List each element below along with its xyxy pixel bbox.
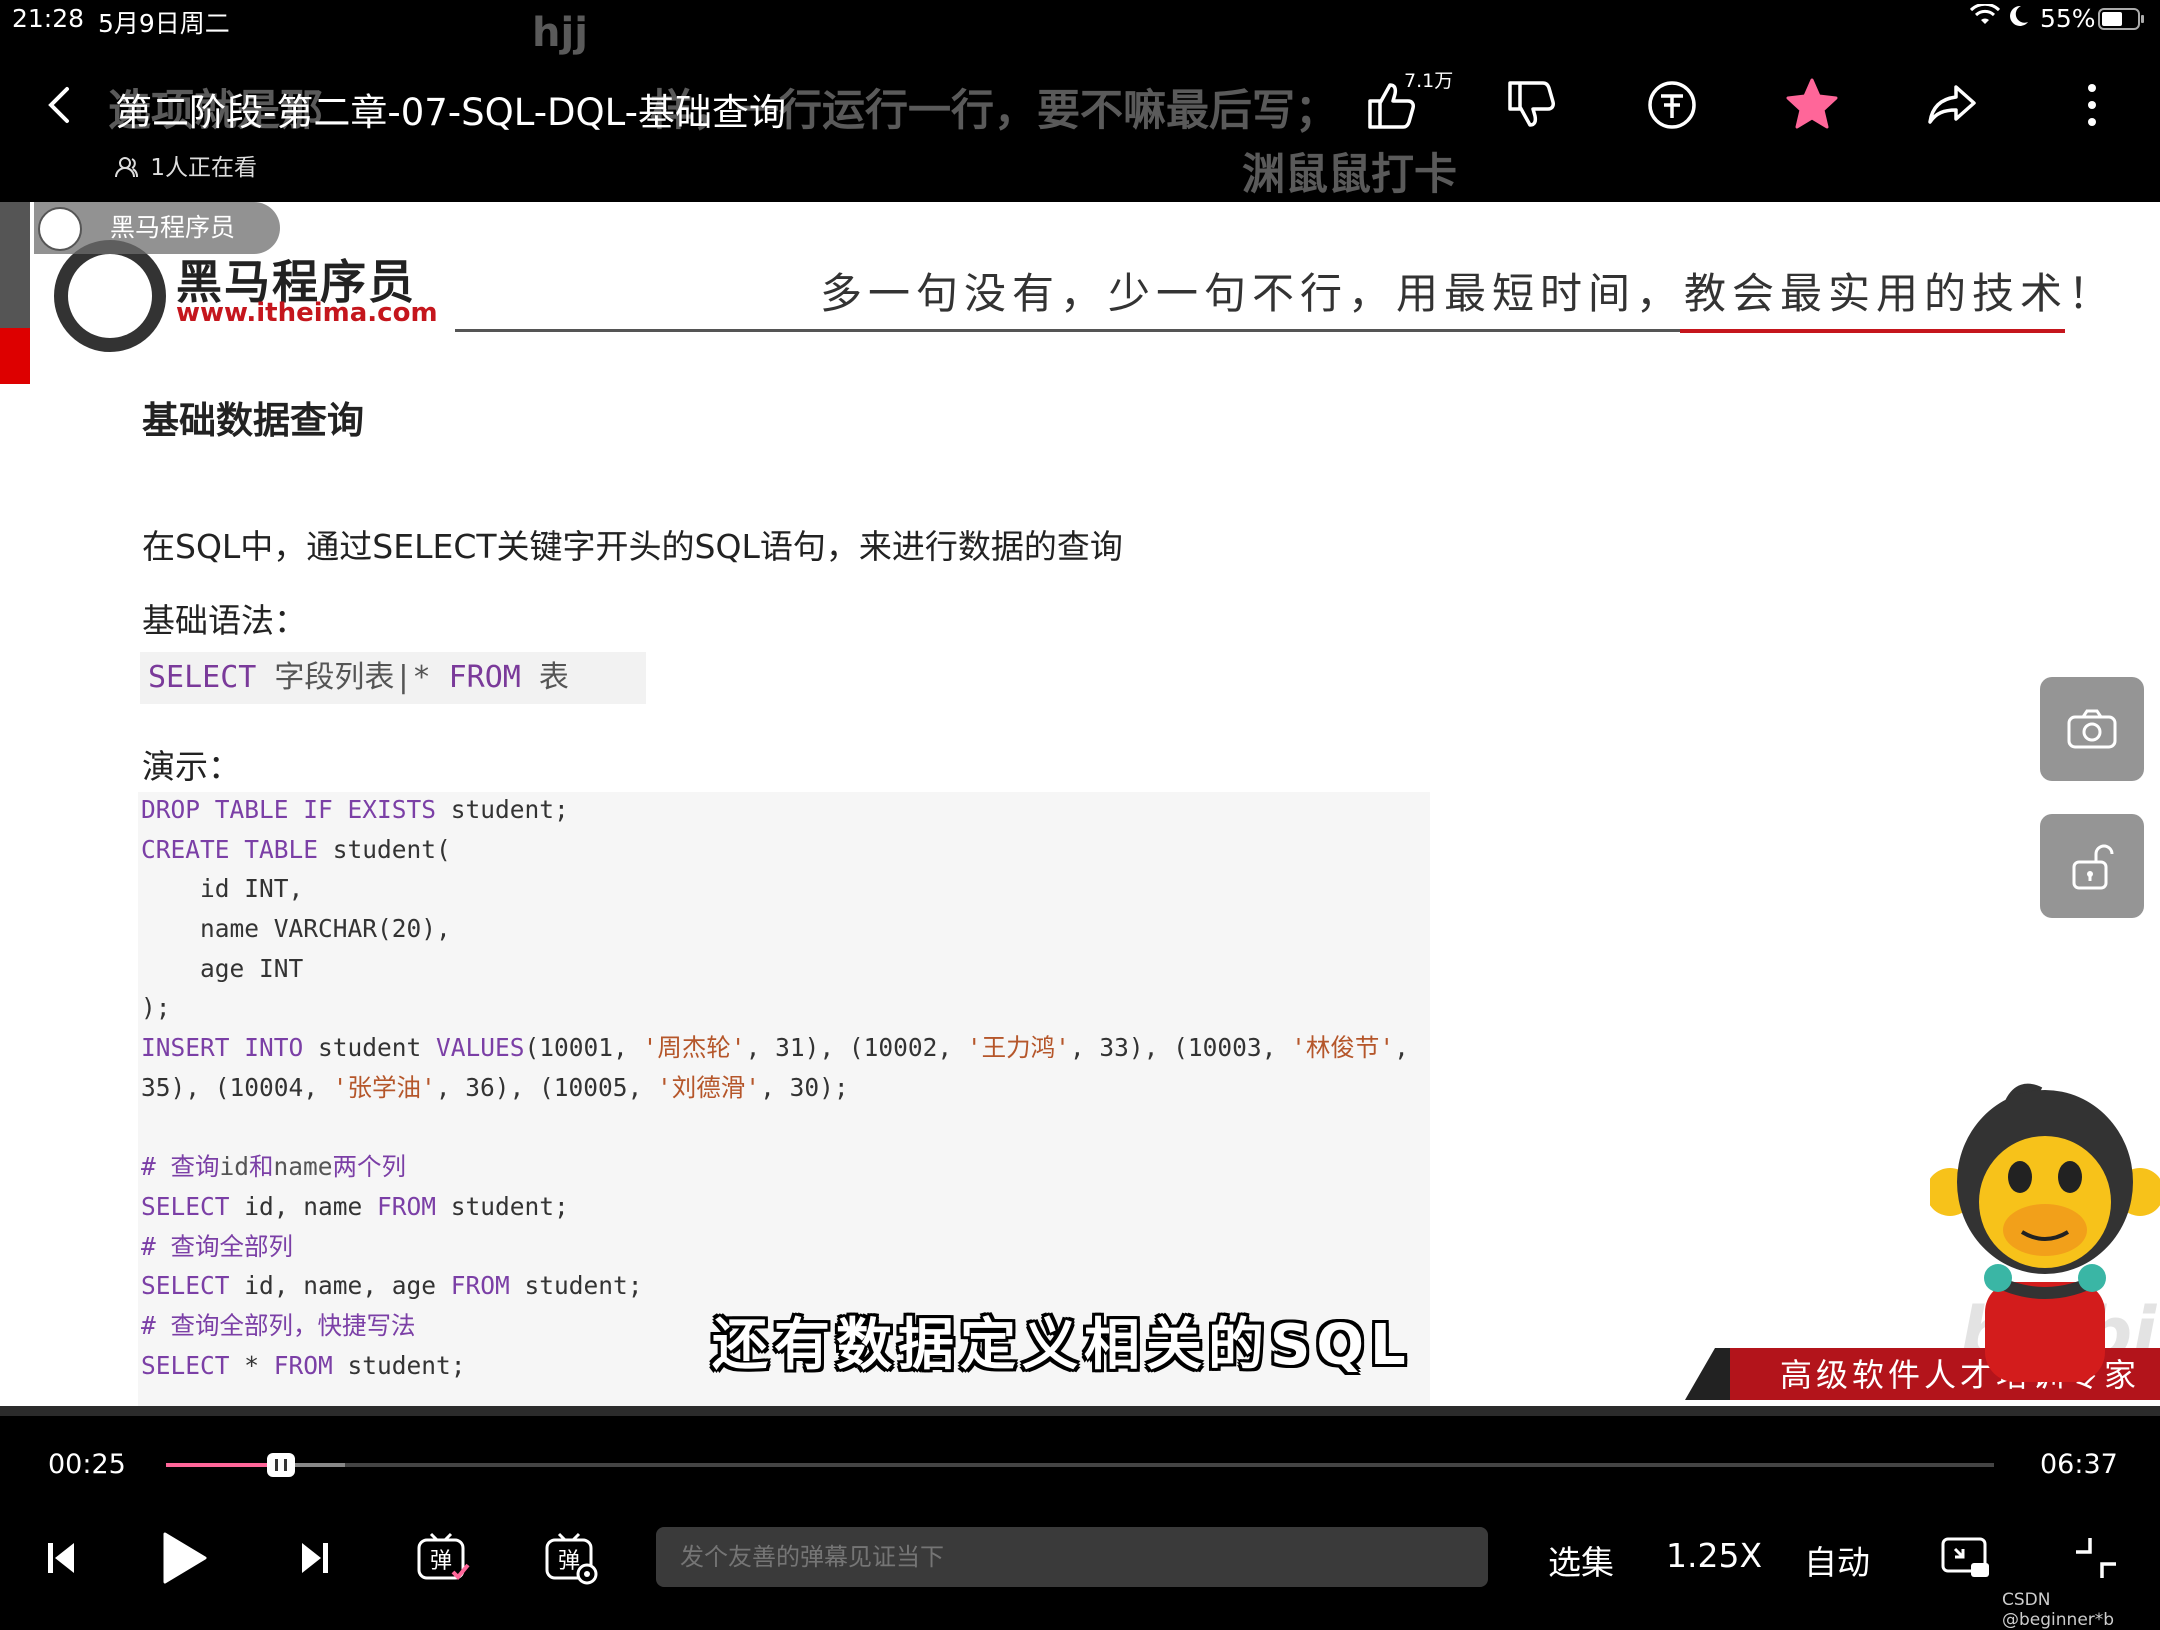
danmaku-comment: 渊鼠鼠打卡 xyxy=(1242,150,1457,200)
video-top-bar: hjj 选项就是那 样，一行运行一行，要不嘛最后写； 渊鼠鼠打卡 第二阶段-第二… xyxy=(0,10,2160,202)
code-line: INSERT INTO student VALUES(10001, '周杰轮',… xyxy=(141,1033,1409,1063)
danmaku-settings-icon: 弹 xyxy=(545,1532,598,1585)
unlock-icon xyxy=(2072,844,2114,890)
status-time: 21:28 xyxy=(12,4,85,33)
play-button[interactable] xyxy=(152,1524,216,1592)
danmaku-settings-button[interactable]: 弹 xyxy=(540,1524,602,1592)
screen-lock-button[interactable] xyxy=(2040,814,2144,918)
tv-thumb-icon xyxy=(275,1459,288,1471)
coin-button[interactable] xyxy=(1632,65,1712,145)
code-line: 35), (10004, '张学油', 36), (10005, '刘德滑', … xyxy=(141,1072,849,1102)
chevron-left-icon xyxy=(48,87,69,123)
more-vertical-icon xyxy=(2088,84,2096,126)
danmaku-comment: hjj xyxy=(532,10,588,56)
video-frame[interactable]: 黑马程序员 www.itheima.com 黑马程序员 多一句没有，少一句不行，… xyxy=(0,202,2160,1406)
code-line: DROP TABLE IF EXISTS student; xyxy=(141,795,569,824)
status-bar: 21:28 5月9日周二 55% xyxy=(0,0,2160,40)
progress-thumb[interactable] xyxy=(267,1453,296,1477)
syntax-label: 基础语法： xyxy=(142,601,307,640)
logo-url: www.itheima.com xyxy=(176,298,438,328)
thumbs-down-icon xyxy=(1508,81,1555,127)
viewer-count: 1人正在看 xyxy=(115,148,257,182)
watermark-logo-icon xyxy=(38,207,82,251)
code-line: CREATE TABLE student( xyxy=(141,834,451,864)
syntax-keyword: SELECT xyxy=(148,660,257,695)
danmaku-on-icon: 弹 xyxy=(417,1532,470,1580)
player-divider xyxy=(0,1406,2160,1416)
code-line: name VARCHAR(20), xyxy=(141,914,451,944)
picture-in-picture-button[interactable] xyxy=(1936,1524,1996,1592)
battery-percent: 55% xyxy=(2040,4,2096,33)
camera-icon xyxy=(2067,709,2117,749)
itheima-logo-icon xyxy=(54,240,166,352)
previous-button[interactable] xyxy=(36,1524,86,1592)
wifi-icon xyxy=(1969,2,2001,34)
code-block: DROP TABLE IF EXISTS student; CREATE TAB… xyxy=(141,790,1409,1385)
progress-track[interactable] xyxy=(166,1463,1994,1467)
syntax-text: 字段列表|* xyxy=(256,660,449,695)
current-time: 00:25 xyxy=(48,1449,126,1480)
video-subtitle: 还有数据定义相关的SQL xyxy=(712,1313,1412,1378)
moon-icon xyxy=(2007,4,2029,34)
code-comment: # 查询全部列 xyxy=(141,1231,293,1261)
skip-previous-icon xyxy=(48,1543,74,1573)
code-line: ); xyxy=(141,993,171,1023)
watermark-label: 黑马程序员 xyxy=(110,213,236,242)
danmaku-settings-label: 弹 xyxy=(558,1549,580,1574)
quality-button[interactable]: 自动 xyxy=(1804,1536,1870,1584)
speed-button[interactable]: 1.25X xyxy=(1666,1536,1762,1575)
episodes-button[interactable]: 选集 xyxy=(1548,1536,1614,1584)
danmaku-toggle-button[interactable]: 弹 xyxy=(412,1524,474,1592)
battery-icon xyxy=(2098,8,2146,38)
status-date: 5月9日周二 xyxy=(98,9,230,38)
code-line: age INT xyxy=(141,953,304,983)
people-icon xyxy=(115,157,138,178)
syntax-keyword: FROM xyxy=(448,660,521,695)
slide-slogan: 多一句没有，少一句不行，用最短时间，教会最实用的技术！ xyxy=(820,269,2117,318)
video-title: 第二阶段-第二章-07-SQL-DQL-基础查询 xyxy=(115,91,786,134)
exit-fullscreen-icon xyxy=(2076,1538,2116,1578)
share-arrow-icon xyxy=(1928,85,1976,124)
screenshot-button[interactable] xyxy=(2040,677,2144,781)
more-options-button[interactable] xyxy=(2052,65,2132,145)
syntax-box: SELECT 字段列表|* FROM 表 xyxy=(140,652,646,704)
syntax-text: 表 xyxy=(520,660,569,695)
demo-label: 演示： xyxy=(142,747,241,786)
coin-icon xyxy=(1648,81,1696,129)
star-icon xyxy=(1786,78,1838,129)
dislike-button[interactable] xyxy=(1492,65,1572,145)
slide-side-accent xyxy=(0,202,30,328)
slide-divider-accent xyxy=(1680,329,2065,333)
next-button[interactable] xyxy=(290,1524,340,1592)
slide-intro: 在SQL中，通过SELECT关键字开头的SQL语句，来进行数据的查询 xyxy=(142,527,1123,566)
code-line: SELECT id, name FROM student; xyxy=(141,1191,569,1221)
code-line: id INT, xyxy=(141,874,304,904)
total-time: 06:37 xyxy=(2040,1449,2118,1480)
exit-fullscreen-button[interactable] xyxy=(2066,1524,2126,1592)
skip-next-icon xyxy=(302,1543,328,1573)
code-comment: # 查询id和name两个列 xyxy=(141,1152,407,1182)
cast-screen-icon xyxy=(1941,1537,1989,1577)
back-button[interactable] xyxy=(18,65,98,145)
like-count: 7.1万 xyxy=(1404,70,1454,92)
play-icon xyxy=(163,1532,207,1584)
monkey-mascot-icon xyxy=(1930,1083,2160,1382)
progress-played xyxy=(166,1463,282,1467)
danmaku-input[interactable] xyxy=(656,1527,1488,1587)
viewer-count-label: 1人正在看 xyxy=(150,155,257,181)
slide-side-accent-red xyxy=(0,328,30,384)
favorite-button[interactable] xyxy=(1772,65,1852,145)
slide-heading: 基础数据查询 xyxy=(142,399,364,442)
csdn-credit: CSDN @beginner*b xyxy=(2002,1590,2115,1630)
danmaku-toggle-label: 弹 xyxy=(430,1549,452,1574)
share-button[interactable] xyxy=(1912,65,1992,145)
